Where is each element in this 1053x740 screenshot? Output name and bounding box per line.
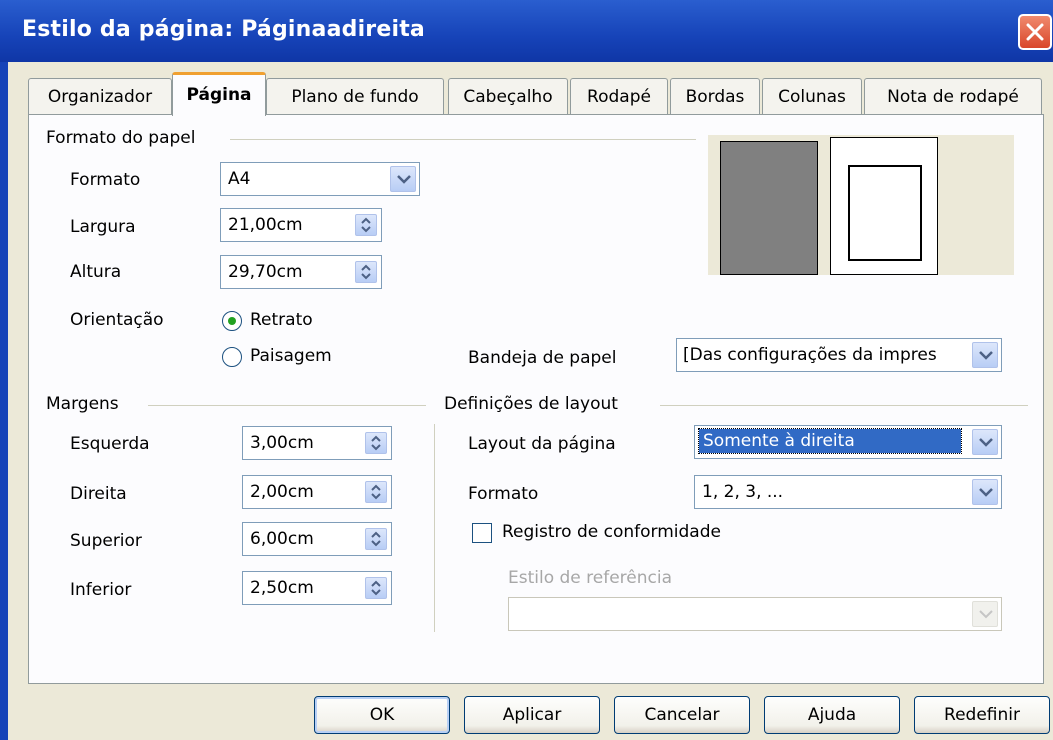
bottom-margin-spinbox[interactable]: 2,50cm [242, 571, 392, 605]
tab-nota-de-rodape[interactable]: Nota de rodapé [864, 78, 1042, 114]
tab-label: Plano de fundo [291, 87, 419, 107]
tab-label: Colunas [778, 87, 846, 107]
orientation-label: Orientação [70, 310, 164, 330]
help-button[interactable]: Ajuda [764, 696, 900, 734]
portrait-label[interactable]: Retrato [250, 310, 313, 330]
layout-format-value: 1, 2, 3, ... [702, 482, 784, 502]
reference-style-label: Estilo de referência [508, 568, 673, 588]
register-true-checkbox[interactable] [472, 523, 492, 543]
portrait-radio[interactable] [222, 311, 242, 331]
margins-group-label: Margens [46, 394, 119, 414]
left-margin-label: Esquerda [70, 434, 150, 454]
tab-rodape[interactable]: Rodapé [570, 78, 668, 114]
right-margin-value: 2,00cm [250, 482, 314, 502]
page-preview [708, 135, 1014, 275]
top-margin-spinbox[interactable]: 6,00cm [242, 522, 392, 556]
group-divider [148, 405, 426, 406]
chevron-down-icon[interactable] [972, 479, 998, 505]
chevron-down-icon [972, 601, 998, 627]
bottom-margin-label: Inferior [70, 580, 132, 600]
tab-label: Bordas [685, 87, 745, 107]
ok-button-label: OK [369, 705, 395, 725]
width-spinbox[interactable]: 21,00cm [220, 208, 382, 242]
page-layout-label: Layout da página [468, 434, 616, 454]
landscape-label[interactable]: Paisagem [250, 346, 332, 366]
column-divider [434, 424, 435, 632]
tab-label: Rodapé [587, 87, 651, 107]
spin-arrows-icon[interactable] [365, 528, 387, 550]
register-true-label[interactable]: Registro de conformidade [502, 522, 721, 542]
tab-colunas[interactable]: Colunas [762, 78, 862, 114]
reference-style-dropdown[interactable] [508, 597, 1002, 631]
landscape-radio[interactable] [222, 347, 242, 367]
top-margin-label: Superior [70, 531, 142, 551]
paper-tray-dropdown[interactable]: [Das configurações da impres [676, 338, 1002, 372]
close-button[interactable] [1018, 14, 1052, 50]
paper-format-group-label: Formato do papel [46, 128, 196, 148]
cancel-button[interactable]: Cancelar [614, 696, 750, 734]
top-margin-value: 6,00cm [250, 529, 314, 549]
preview-left-page [720, 141, 818, 275]
height-spinbox[interactable]: 29,70cm [220, 255, 382, 289]
format-dropdown[interactable]: A4 [220, 162, 420, 196]
tab-label: Cabeçalho [463, 87, 553, 107]
title-bar: Estilo da página: Páginaadireita [0, 0, 1053, 62]
tab-cabecalho[interactable]: Cabeçalho [448, 78, 568, 114]
tab-label: Página [186, 85, 252, 105]
help-button-label: Ajuda [807, 705, 857, 725]
spin-arrows-icon[interactable] [365, 481, 387, 503]
reset-button-label: Redefinir [944, 705, 1020, 725]
reset-button[interactable]: Redefinir [914, 696, 1050, 734]
spin-arrows-icon[interactable] [365, 432, 387, 454]
left-margin-spinbox[interactable]: 3,00cm [242, 426, 392, 460]
ok-button[interactable]: OK [314, 696, 450, 734]
tab-label: Nota de rodapé [887, 87, 1019, 107]
format-value: A4 [228, 169, 251, 189]
paper-tray-value: [Das configurações da impres [683, 345, 937, 365]
preview-right-page [830, 137, 938, 275]
layout-format-label: Formato [468, 484, 539, 504]
layout-format-dropdown[interactable]: 1, 2, 3, ... [694, 475, 1002, 509]
right-margin-spinbox[interactable]: 2,00cm [242, 475, 392, 509]
radio-dot [228, 317, 236, 325]
tab-pagina[interactable]: Página [172, 72, 266, 116]
height-value: 29,70cm [228, 262, 303, 282]
left-margin-value: 3,00cm [250, 433, 314, 453]
apply-button-label: Aplicar [502, 705, 562, 725]
spin-arrows-icon[interactable] [365, 577, 387, 599]
window-title: Estilo da página: Páginaadireita [22, 17, 425, 42]
right-margin-label: Direita [70, 484, 127, 504]
spin-arrows-icon[interactable] [355, 214, 377, 236]
layout-group-label: Definições de layout [444, 394, 618, 414]
apply-button[interactable]: Aplicar [464, 696, 600, 734]
chevron-down-icon[interactable] [972, 342, 998, 368]
height-label: Altura [70, 262, 122, 282]
format-label: Formato [70, 170, 141, 190]
tab-bordas[interactable]: Bordas [670, 78, 760, 114]
page-layout-value: Somente à direita [698, 428, 962, 454]
page-layout-dropdown[interactable]: Somente à direita [694, 425, 1002, 459]
paper-tray-label: Bandeja de papel [468, 348, 617, 368]
group-divider [230, 139, 696, 140]
preview-text-area [848, 165, 922, 261]
width-label: Largura [70, 217, 136, 237]
spin-arrows-icon[interactable] [355, 261, 377, 283]
bottom-margin-value: 2,50cm [250, 578, 314, 598]
cancel-button-label: Cancelar [644, 705, 720, 725]
width-value: 21,00cm [228, 215, 303, 235]
close-icon [1026, 23, 1044, 41]
tab-label: Organizador [47, 87, 153, 107]
group-divider [660, 405, 1028, 406]
chevron-down-icon[interactable] [972, 429, 998, 455]
chevron-down-icon[interactable] [390, 166, 416, 192]
window-border [0, 62, 8, 740]
tab-plano-de-fundo[interactable]: Plano de fundo [266, 78, 444, 114]
tab-organizador[interactable]: Organizador [28, 78, 172, 114]
